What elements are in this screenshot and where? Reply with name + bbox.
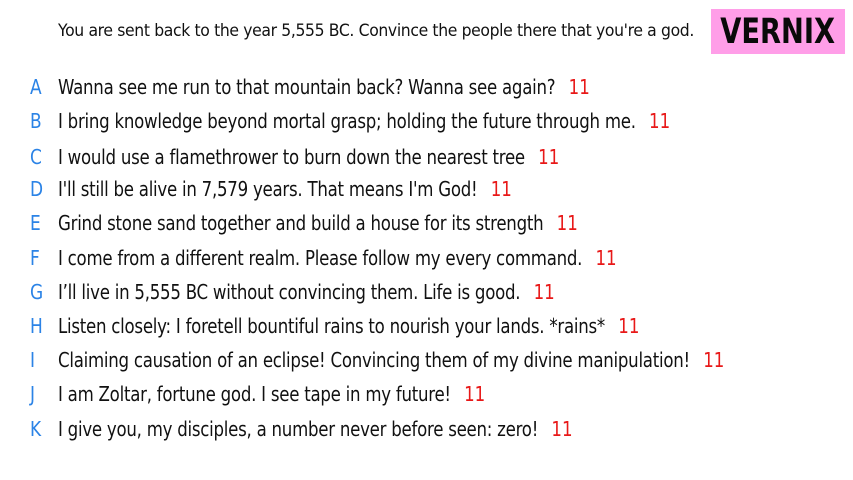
answer-line: Wanna see me run to that mountain back? …	[58, 75, 590, 99]
answer-letter: J	[30, 382, 36, 406]
answer-letter: C	[30, 145, 42, 169]
answer-score: 11	[538, 145, 560, 169]
answer-line: I'll still be alive in 7,579 years. That…	[58, 177, 512, 201]
answer-score: 11	[490, 177, 512, 201]
answer-score: 11	[533, 280, 555, 304]
answer-line: I give you, my disciples, a number never…	[58, 417, 573, 441]
answer-text: I come from a different realm. Please fo…	[58, 246, 583, 270]
answer-text: Wanna see me run to that mountain back? …	[58, 75, 556, 99]
answer-text: I’ll live in 5,555 BC without convincing…	[58, 280, 521, 304]
answer-score: 11	[556, 211, 578, 235]
answer-line: I bring knowledge beyond mortal grasp; h…	[58, 109, 670, 133]
answer-line: I would use a flamethrower to burn down …	[58, 145, 559, 169]
vernix-logo: VERNIX	[711, 9, 845, 54]
answer-line: Claiming causation of an eclipse! Convin…	[58, 348, 724, 372]
answer-letter: G	[30, 280, 44, 304]
answer-letter: E	[30, 211, 41, 235]
answer-text: Grind stone sand together and build a ho…	[58, 211, 544, 235]
answer-letter: I	[30, 348, 36, 372]
answer-text: I'll still be alive in 7,579 years. That…	[58, 177, 478, 201]
logo-text: VERNIX	[720, 11, 836, 52]
answer-score: 11	[649, 109, 671, 133]
answer-letter: H	[30, 314, 43, 338]
answer-score: 11	[618, 314, 640, 338]
answer-text: I give you, my disciples, a number never…	[58, 417, 539, 441]
answer-text: I bring knowledge beyond mortal grasp; h…	[58, 109, 636, 133]
answer-text: Claiming causation of an eclipse! Convin…	[58, 348, 690, 372]
answer-line: I come from a different realm. Please fo…	[58, 246, 617, 270]
answer-score: 11	[703, 348, 725, 372]
answer-line: Grind stone sand together and build a ho…	[58, 211, 578, 235]
answer-line: I am Zoltar, fortune god. I see tape in …	[58, 382, 485, 406]
answer-score: 11	[551, 417, 573, 441]
prompt-text: You are sent back to the year 5,555 BC. …	[58, 21, 694, 41]
answer-text: I am Zoltar, fortune god. I see tape in …	[58, 382, 451, 406]
answer-score: 11	[568, 75, 590, 99]
answer-score: 11	[464, 382, 486, 406]
answer-text: Listen closely: I foretell bountiful rai…	[58, 314, 605, 338]
answer-letter: F	[30, 246, 40, 270]
answer-letter: D	[30, 177, 44, 201]
answer-line: Listen closely: I foretell bountiful rai…	[58, 314, 639, 338]
answer-letter: K	[30, 417, 42, 441]
answer-score: 11	[595, 246, 617, 270]
answer-letter: A	[30, 75, 42, 99]
answer-letter: B	[30, 109, 42, 133]
answer-line: I’ll live in 5,555 BC without convincing…	[58, 280, 555, 304]
answer-text: I would use a flamethrower to burn down …	[58, 145, 525, 169]
